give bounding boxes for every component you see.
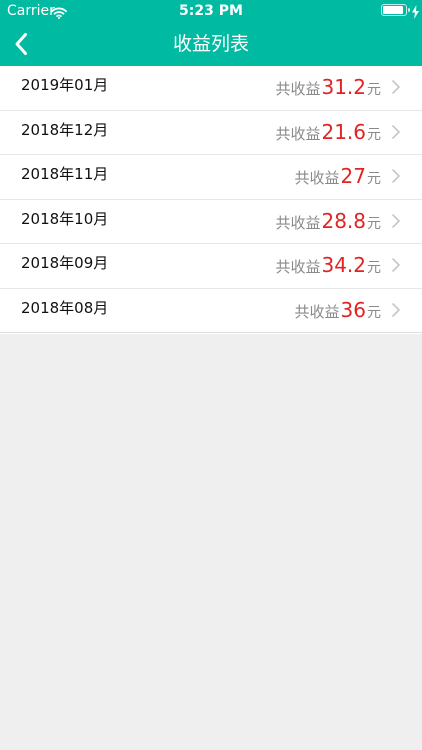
- chevron-right-icon: [392, 169, 400, 183]
- earnings-summary: 共收益 36 元: [295, 298, 381, 326]
- earnings-amount: 31.2: [321, 75, 366, 99]
- earnings-summary: 共收益 31.2 元: [275, 75, 381, 103]
- earnings-row[interactable]: 2018年11月 共收益 27 元: [0, 155, 422, 200]
- battery-icon: [381, 4, 410, 16]
- earnings-row[interactable]: 2018年12月 共收益 21.6 元: [0, 111, 422, 155]
- empty-area: [0, 334, 422, 750]
- chevron-right-icon: [392, 258, 400, 272]
- currency-unit: 元: [367, 171, 381, 187]
- app-screen: Carrier 5:23 PM 收益列表 2019年01月 共收益 31.2 元…: [0, 0, 422, 750]
- earnings-row[interactable]: 2018年08月 共收益 36 元: [0, 289, 422, 333]
- earnings-prefix: 共收益: [294, 169, 340, 187]
- month-label: 2018年12月: [21, 120, 109, 139]
- earnings-row[interactable]: 2019年01月 共收益 31.2 元: [0, 66, 422, 111]
- earnings-amount: 36: [340, 297, 366, 322]
- earnings-summary: 共收益 34.2 元: [275, 253, 381, 281]
- chevron-right-icon: [392, 124, 400, 139]
- chevron-right-icon: [392, 80, 400, 94]
- currency-unit: 元: [367, 82, 381, 98]
- earnings-prefix: 共收益: [275, 80, 321, 98]
- status-time: 5:23 PM: [179, 3, 243, 19]
- status-bar: Carrier 5:23 PM: [0, 0, 422, 22]
- earnings-prefix: 共收益: [294, 302, 340, 321]
- month-label: 2018年09月: [21, 254, 109, 272]
- earnings-summary: 共收益 27 元: [295, 164, 381, 192]
- earnings-summary: 共收益 21.6 元: [275, 120, 381, 148]
- earnings-amount: 28.8: [321, 208, 366, 233]
- earnings-amount: 21.6: [321, 119, 366, 144]
- earnings-amount: 34.2: [321, 253, 366, 277]
- earnings-prefix: 共收益: [275, 213, 321, 232]
- month-label: 2019年01月: [21, 76, 109, 94]
- currency-unit: 元: [367, 260, 381, 276]
- navigation-bar: 收益列表: [0, 22, 422, 66]
- earnings-list: 2019年01月 共收益 31.2 元 2018年12月 共收益 21.6 元 …: [0, 66, 422, 334]
- earnings-row[interactable]: 2018年09月 共收益 34.2 元: [0, 244, 422, 289]
- chevron-right-icon: [392, 213, 400, 228]
- currency-unit: 元: [367, 215, 381, 232]
- month-label: 2018年10月: [21, 209, 109, 228]
- month-label: 2018年11月: [21, 165, 109, 183]
- earnings-amount: 27: [340, 164, 366, 188]
- earnings-prefix: 共收益: [275, 124, 321, 143]
- earnings-summary: 共收益 28.8 元: [275, 209, 381, 237]
- app-header: Carrier 5:23 PM 收益列表: [0, 0, 422, 66]
- earnings-prefix: 共收益: [275, 258, 321, 276]
- currency-unit: 元: [367, 304, 381, 321]
- page-title: 收益列表: [172, 33, 249, 55]
- chevron-right-icon: [392, 302, 400, 317]
- month-label: 2018年08月: [21, 298, 109, 317]
- charging-icon: [411, 4, 420, 19]
- earnings-row[interactable]: 2018年10月 共收益 28.8 元: [0, 200, 422, 244]
- currency-unit: 元: [367, 126, 381, 143]
